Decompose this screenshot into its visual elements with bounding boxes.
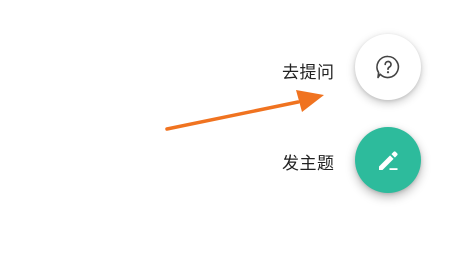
post-topic-button[interactable] bbox=[355, 127, 421, 193]
ask-question-button[interactable] bbox=[355, 34, 421, 100]
pencil-edit-icon bbox=[379, 151, 398, 170]
question-bubble-icon bbox=[376, 55, 400, 79]
ask-question-label: 去提问 bbox=[282, 63, 335, 83]
fab-menu-screen: 去提问 发主题 bbox=[0, 0, 450, 267]
post-topic-label: 发主题 bbox=[282, 154, 335, 174]
